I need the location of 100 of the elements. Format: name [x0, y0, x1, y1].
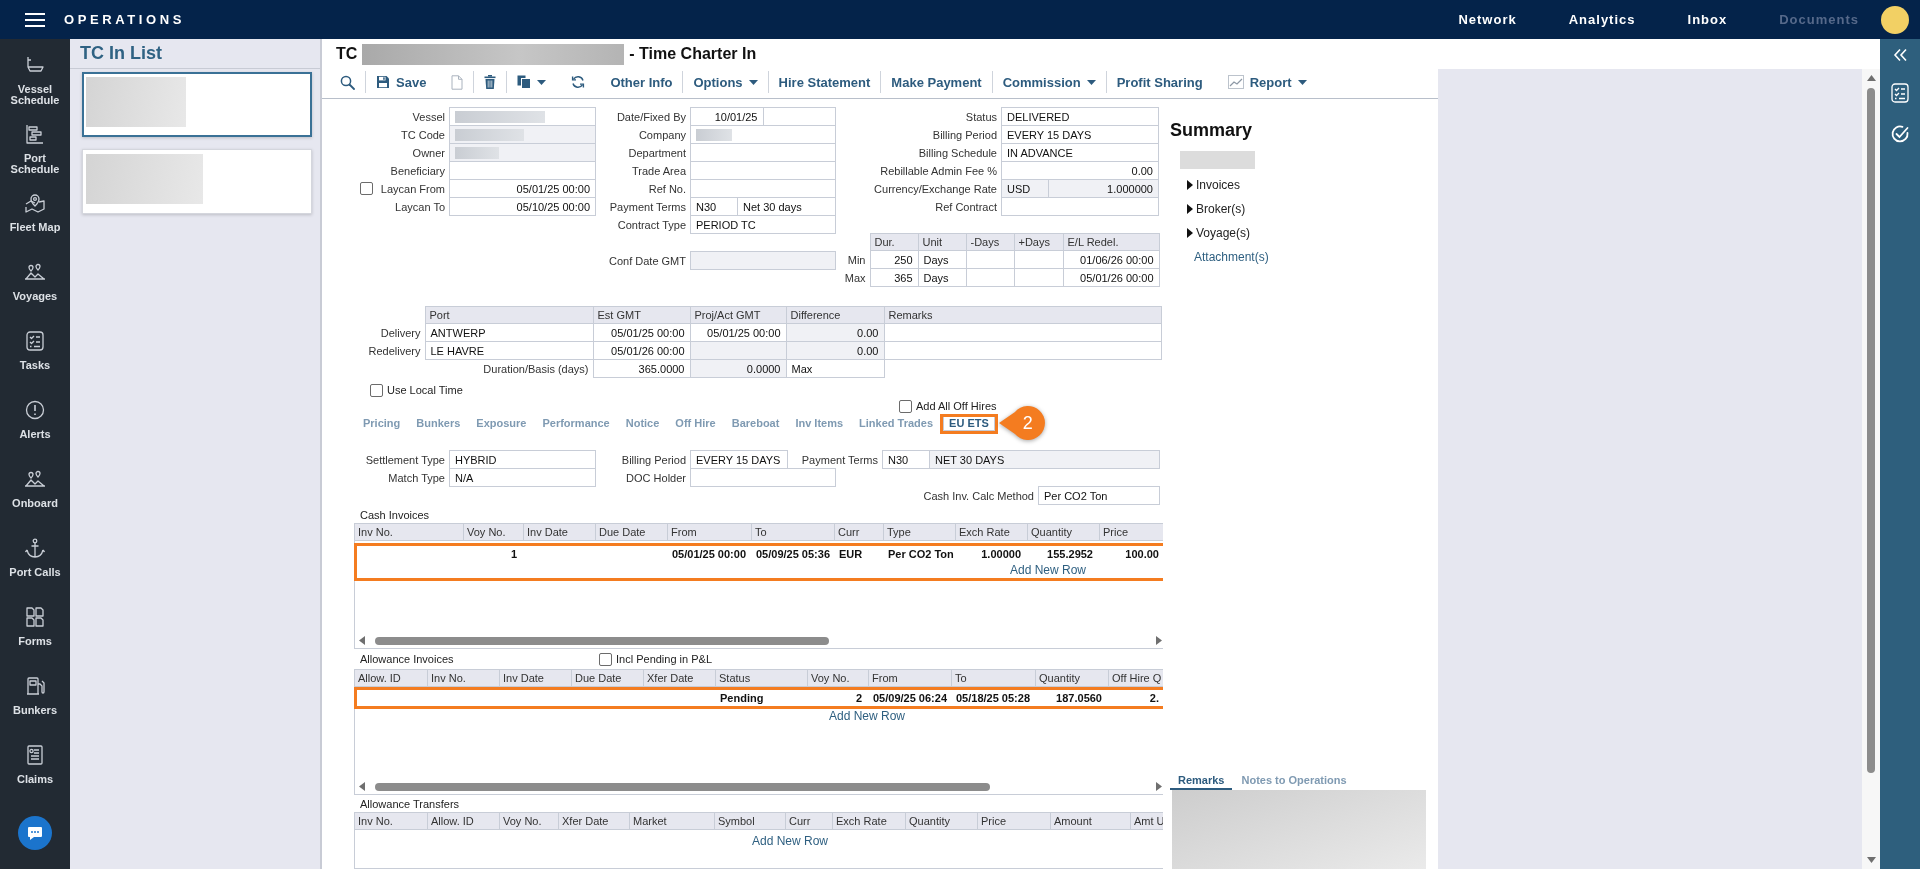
nav-item[interactable]: Claims — [0, 741, 70, 810]
scroll-left-icon[interactable] — [359, 636, 365, 645]
table-cell-text: EUR — [838, 547, 864, 562]
input-field[interactable]: N30 — [882, 450, 930, 469]
checkbox-label: Use Local Time — [387, 384, 463, 396]
chat-button[interactable] — [18, 816, 52, 850]
input-field[interactable]: PERIOD TC — [690, 215, 836, 234]
toolbar-button[interactable]: Commission — [1002, 74, 1096, 90]
toolbar-button[interactable]: Hire Statement — [778, 74, 871, 90]
column-header: Off Hire Q — [1111, 671, 1163, 686]
scroll-up-icon[interactable] — [1866, 75, 1876, 81]
nav-link[interactable]: Network — [1458, 12, 1517, 27]
column-header: Unit — [918, 233, 966, 251]
column-header: Price — [1102, 525, 1130, 540]
toolbar-button[interactable]: Make Payment — [891, 74, 982, 90]
scroll-down-icon[interactable] — [1866, 857, 1876, 863]
field-label: Trade Area — [632, 164, 686, 177]
search-icon — [340, 74, 355, 90]
nav-item[interactable]: Onboard — [0, 465, 70, 534]
column-header: Exch Rate — [956, 524, 1028, 540]
nav-item[interactable]: Port Schedule — [0, 120, 70, 189]
search-button[interactable] — [340, 74, 355, 90]
field-label: Laycan To — [395, 200, 445, 213]
nav-item[interactable]: Fleet Map — [0, 189, 70, 258]
field-label: Vessel — [412, 110, 445, 123]
toolbar-button[interactable]: Save — [376, 74, 427, 90]
nav-item[interactable]: Alerts — [0, 396, 70, 465]
toolbar-button[interactable]: Other Info — [610, 74, 673, 90]
save-icon — [376, 75, 390, 89]
column-header: Inv No. — [355, 813, 428, 829]
column-header: Amt U — [1133, 814, 1163, 829]
menu-button[interactable] — [25, 12, 45, 27]
copy-button[interactable] — [517, 75, 547, 89]
table-cell-text: 2. — [1148, 691, 1160, 706]
input-field[interactable]: N/A — [449, 468, 596, 487]
section-title: Allowance Transfers — [360, 797, 460, 810]
tree-item[interactable]: Broker(s) — [1170, 197, 1246, 221]
toolbar-button[interactable]: Report — [1227, 74, 1307, 90]
add-row-link[interactable]: Add New Row — [1010, 563, 1087, 578]
list-card[interactable] — [82, 72, 312, 137]
scroll-right-icon[interactable] — [1156, 636, 1162, 645]
input-field[interactable]: 05/10/25 00:00 — [449, 197, 596, 216]
column-header: To — [952, 670, 1036, 686]
check-circle-icon[interactable] — [1890, 124, 1910, 144]
checkbox[interactable] — [899, 399, 912, 413]
checkbox[interactable] — [359, 182, 373, 195]
column-header: Quantity — [1028, 524, 1100, 540]
nav-item[interactable]: Tasks — [0, 327, 70, 396]
trash-button[interactable] — [484, 75, 497, 89]
nav-item[interactable]: Voyages — [0, 258, 70, 327]
input-field[interactable]: Per CO2 Ton — [1038, 486, 1160, 505]
chevrons-left-icon[interactable] — [1892, 48, 1908, 62]
toolbar-button[interactable]: Options — [693, 74, 758, 90]
checkbox-label: Incl Pending in P&L — [616, 653, 712, 665]
nav-item[interactable]: Bunkers — [0, 672, 70, 741]
input-field[interactable] — [690, 468, 836, 487]
nav-item[interactable]: Vessel Schedule — [0, 51, 70, 120]
input-field[interactable]: NET 30 DAYS — [929, 450, 1160, 469]
tree-item[interactable]: Invoices — [1170, 173, 1241, 197]
column-header: Due Date — [596, 524, 668, 540]
checkbox[interactable] — [370, 383, 383, 397]
column-header: Exch Rate — [833, 813, 906, 829]
scroll-right-icon[interactable] — [1156, 782, 1162, 791]
avatar[interactable] — [1881, 5, 1909, 34]
refresh-button[interactable] — [571, 75, 586, 89]
input-field[interactable] — [1001, 197, 1159, 216]
toolbar-button[interactable]: Profit Sharing — [1116, 74, 1203, 90]
add-row-link[interactable]: Add New Row — [829, 709, 906, 724]
nav-item[interactable]: Port Calls — [0, 534, 70, 603]
checkbox[interactable] — [599, 652, 612, 666]
column-header: Type — [884, 524, 956, 540]
column-header: Market — [630, 813, 715, 829]
caret-icon — [1086, 79, 1096, 85]
scrollbar-thumb[interactable] — [1867, 88, 1875, 773]
scrollbar-thumb[interactable] — [375, 636, 829, 645]
checklist-icon[interactable] — [1890, 83, 1910, 103]
scrollbar-thumb[interactable] — [375, 782, 990, 791]
row-label: Min — [836, 250, 870, 269]
field-label: Status — [965, 110, 997, 123]
scroll-left-icon[interactable] — [359, 782, 365, 791]
section-title: Summary — [1170, 120, 1253, 140]
documents-icon — [24, 607, 46, 627]
section-title: Allowance Invoices — [360, 653, 454, 665]
anchor-icon — [24, 538, 46, 558]
nav-link[interactable]: Inbox — [1687, 12, 1728, 27]
column-header: Status — [716, 670, 808, 686]
add-row-link[interactable]: Add New Row — [752, 834, 829, 849]
field-label: Billing Period — [932, 128, 997, 141]
column-header: Xfer Date — [644, 670, 716, 686]
nav-item[interactable]: Forms — [0, 603, 70, 672]
trash-icon — [484, 75, 497, 89]
field-label: Currency/Exchange Rate — [874, 182, 997, 195]
attachments-link[interactable]: Attachment(s) — [1194, 245, 1269, 269]
column-header: Voy No. — [464, 524, 524, 540]
route-icon — [24, 469, 46, 489]
input-field[interactable] — [690, 251, 836, 270]
field-label: Settlement Type — [365, 453, 445, 466]
title-code: TC — [336, 45, 358, 63]
nav-link[interactable]: Analytics — [1568, 12, 1636, 27]
tree-item[interactable]: Voyage(s) — [1170, 221, 1251, 245]
